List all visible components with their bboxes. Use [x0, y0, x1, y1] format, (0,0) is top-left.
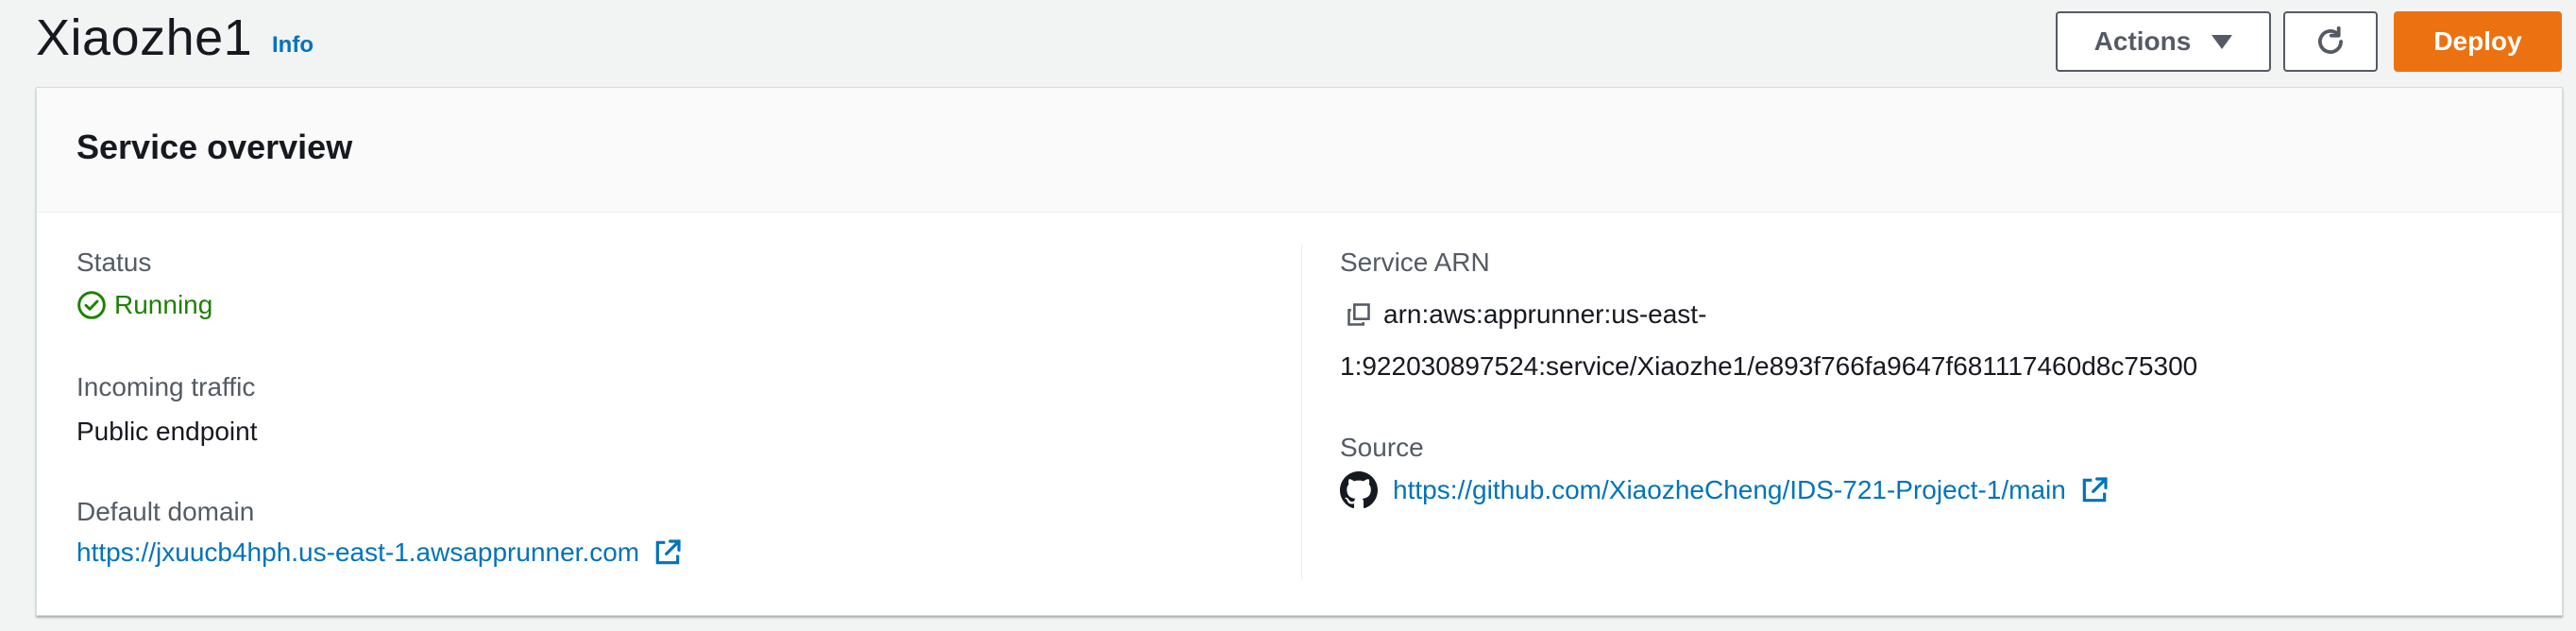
status-value: Running [114, 290, 213, 319]
source-label: Source [1340, 433, 1424, 462]
card-header: Service overview [37, 88, 2562, 213]
actions-button-label: Actions [2093, 26, 2192, 56]
service-arn-line1-row: arn:aws:apprunner:us-east- [1346, 299, 1706, 330]
external-link-icon [2079, 475, 2110, 505]
caret-down-icon [2212, 34, 2233, 49]
default-domain-url: https://jxuucb4hph.us-east-1.awsapprunne… [76, 537, 640, 567]
info-link[interactable]: Info [272, 32, 314, 59]
page-header: Xiaozhe1 Info Actions Deploy [36, 0, 2563, 85]
service-arn-line1: arn:aws:apprunner:us-east- [1383, 299, 1707, 329]
check-circle-icon [76, 290, 107, 320]
source-url: https://github.com/XiaozheCheng/IDS-721-… [1393, 475, 2066, 504]
column-divider [1301, 245, 1302, 579]
copy-icon[interactable] [1346, 301, 1372, 328]
deploy-button[interactable]: Deploy [2394, 11, 2562, 72]
incoming-traffic-value: Public endpoint [76, 417, 258, 446]
actions-button[interactable]: Actions [2056, 11, 2271, 72]
status-indicator: Running [76, 290, 212, 320]
service-arn-line2: 1:922030897524:service/Xiaozhe1/e893f766… [1340, 351, 2198, 381]
page-title: Xiaozhe1 [36, 9, 253, 66]
service-arn-label: Service ARN [1340, 247, 1490, 277]
refresh-icon [2313, 24, 2348, 60]
status-label: Status [76, 247, 152, 277]
service-overview-card: Service overview Status Running Incoming… [36, 87, 2563, 616]
card-title: Service overview [76, 128, 353, 166]
incoming-traffic-label: Incoming traffic [76, 372, 256, 401]
source-link[interactable]: https://github.com/XiaozheCheng/IDS-721-… [1393, 475, 2110, 505]
github-icon [1340, 471, 1378, 509]
default-domain-link[interactable]: https://jxuucb4hph.us-east-1.awsapprunne… [76, 537, 683, 568]
source-row: https://github.com/XiaozheCheng/IDS-721-… [1340, 471, 2110, 509]
refresh-button[interactable] [2283, 11, 2378, 72]
default-domain-label: Default domain [76, 497, 255, 526]
external-link-icon [652, 537, 683, 568]
